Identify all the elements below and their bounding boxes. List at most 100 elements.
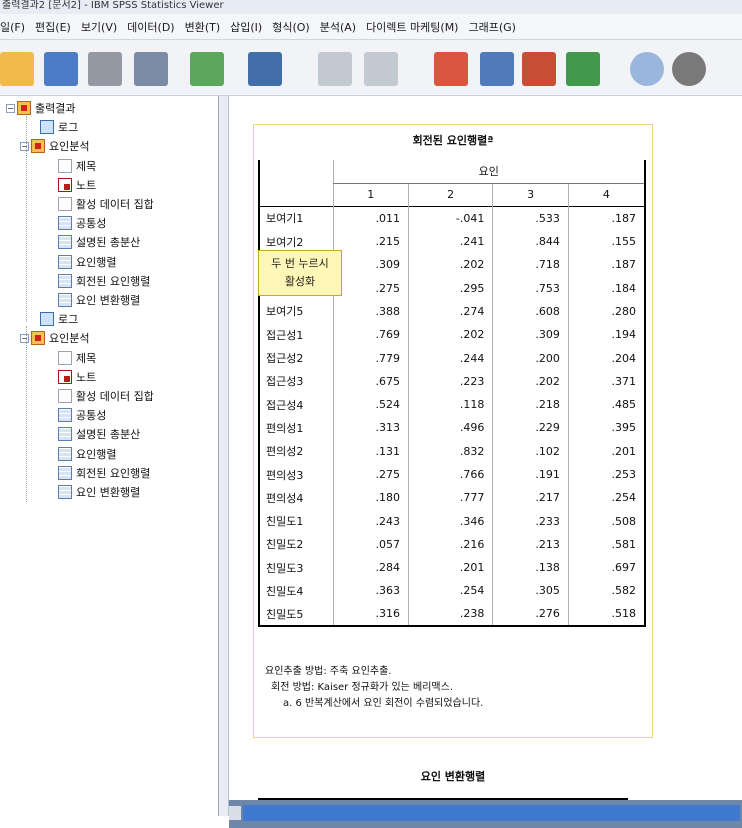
tree-node[interactable]: − 출력결과 (6, 99, 75, 117)
loading-cell: .131 (332, 439, 409, 463)
menu-item-0[interactable]: 일(F) (0, 19, 35, 35)
menu-item-9[interactable]: 그래프(G) (468, 19, 525, 35)
table-icon (58, 273, 72, 288)
menu-item-3[interactable]: 데이터(D) (127, 19, 184, 35)
tooltip-line-1: 두 번 누르시 (271, 257, 329, 270)
table-row: 보여기5.388.274.608.280 (258, 299, 646, 324)
tree-node[interactable]: 요인행렬 (58, 445, 116, 463)
menu-item-4[interactable]: 변환(T) (185, 19, 231, 35)
horizontal-scrollbar[interactable] (229, 800, 742, 828)
tree-node[interactable]: − 요인분석 (20, 137, 89, 155)
tree-node-label: 공통성 (76, 409, 107, 423)
loading-cell: .011 (332, 206, 409, 230)
tree-node-label: 활성 데이터 집합 (76, 390, 154, 403)
export-icon[interactable] (190, 52, 224, 86)
tree-node[interactable]: 공통성 (58, 214, 106, 232)
loading-cell: .766 (407, 462, 493, 487)
loading-cell: .533 (492, 206, 569, 230)
redo-icon[interactable] (364, 52, 398, 86)
tooltip-line-2: 활성화 (284, 275, 316, 288)
menu-item-1[interactable]: 편집(E) (35, 19, 81, 35)
tree-node-label: 출력결과 (35, 102, 76, 115)
tree-node[interactable]: 노트 (58, 176, 96, 194)
split-file-icon[interactable] (566, 52, 600, 86)
tree-node[interactable]: 요인 변환행렬 (58, 291, 140, 309)
scroll-left-arrow[interactable] (229, 806, 241, 820)
book-icon (17, 101, 31, 115)
loading-cell: .191 (492, 462, 569, 487)
tree-node[interactable]: 요인 변환행렬 (58, 483, 140, 501)
rotated-factor-matrix[interactable]: 요인 1234 보여기1.011 -.041.533.187 보여기2.215.24… (258, 160, 646, 627)
print-icon[interactable] (88, 52, 122, 86)
undo-icon[interactable] (318, 52, 352, 86)
log-icon (40, 312, 54, 327)
tree-node[interactable]: 회전된 요인행렬 (58, 272, 150, 290)
loading-cell: .213 (492, 532, 569, 557)
tree-node-label: 요인행렬 (76, 447, 117, 461)
tree-node[interactable]: 활성 데이터 집합 (58, 387, 154, 405)
tree-node[interactable]: 활성 데이터 집합 (58, 195, 154, 213)
tree-node-label: 요인 변환행렬 (76, 294, 141, 307)
tree-node[interactable]: 노트 (58, 368, 96, 386)
loading-cell: .363 (332, 579, 409, 603)
loading-cell: .395 (567, 416, 646, 440)
tree-node[interactable]: 로그 (40, 310, 78, 328)
menu-item-5[interactable]: 삽입(I) (230, 19, 272, 35)
tree-node[interactable]: 제목 (58, 157, 96, 175)
menu-item-2[interactable]: 보기(V) (81, 19, 127, 35)
select-cases-icon[interactable] (630, 52, 664, 86)
row-header: 편의성2 (258, 439, 333, 463)
row-header: 친밀도5 (258, 602, 333, 627)
tree-node-label: 설명된 총분산 (76, 428, 141, 442)
pane-splitter[interactable] (219, 96, 229, 816)
loading-cell: .608 (492, 299, 569, 324)
insert-cases-icon[interactable] (522, 52, 556, 86)
tree-node[interactable]: 제목 (58, 349, 96, 367)
row-header: 친밀도4 (258, 579, 333, 603)
toolbar (0, 40, 742, 96)
loading-cell: .295 (407, 276, 493, 300)
pivot-table-title: 회전된 요인행렬ª (412, 134, 494, 147)
goto-variable-icon[interactable] (480, 52, 514, 86)
loading-cell: .155 (567, 229, 646, 254)
open-folder-icon[interactable] (0, 52, 34, 86)
loading-cell: .217 (492, 486, 569, 510)
page-icon (58, 350, 72, 365)
tree-node[interactable]: 요인행렬 (58, 253, 116, 271)
loading-cell: .187 (567, 253, 646, 277)
save-icon[interactable] (44, 52, 78, 86)
tree-node[interactable]: 회전된 요인행렬 (58, 464, 150, 482)
goto-case-icon[interactable] (434, 52, 468, 86)
outline-pane[interactable]: − 출력결과 로그 − 요인분석 제목 노트 활성 데이터 집합 공통성 설명된 총분산 요인행렬 회… (0, 96, 219, 816)
collapse-toggle-icon[interactable]: − (6, 103, 15, 113)
page-icon (58, 197, 72, 211)
value-labels-icon[interactable] (672, 52, 706, 86)
menu-item-8[interactable]: 다이렉트 마케팅(M) (366, 19, 468, 35)
tree-node[interactable]: 로그 (40, 118, 78, 136)
menubar: 일(F) 편집(E) 보기(V) 데이터(D) 변환(T) 삽입(I) 형식(O) 분석(A)… (0, 14, 742, 40)
loading-cell: .138 (492, 556, 569, 580)
loading-cell: .202 (407, 253, 493, 277)
collapse-toggle-icon[interactable]: − (20, 141, 29, 151)
scroll-thumb[interactable] (243, 805, 740, 821)
table-row: 접근성4.524.118.218.485 (258, 392, 646, 417)
tree-node[interactable]: 설명된 총분산 (58, 425, 140, 443)
loading-cell: .241 (407, 229, 493, 254)
loading-cell: .508 (567, 509, 646, 533)
row-header: 편의성4 (258, 486, 333, 510)
loading-cell: .218 (492, 392, 569, 417)
window-title: 출력결과2 [문서2] - IBM SPSS Statistics Viewer (0, 0, 742, 14)
tree-node[interactable]: 공통성 (58, 406, 106, 424)
tree-node[interactable]: − 요인분석 (20, 329, 89, 347)
tree-node[interactable]: 설명된 총분산 (58, 233, 140, 251)
print-preview-icon[interactable] (134, 52, 168, 86)
table-row: 접근성1.769.202.309.194 (258, 323, 646, 347)
loading-cell: .244 (407, 346, 493, 370)
loading-cell: .254 (407, 579, 493, 603)
tree-node-label: 요인행렬 (76, 255, 117, 269)
goto-data-icon[interactable] (248, 52, 282, 86)
collapse-toggle-icon[interactable]: − (20, 333, 29, 343)
book-icon (31, 331, 45, 346)
menu-item-7[interactable]: 분석(A) (320, 19, 366, 35)
menu-item-6[interactable]: 형식(O) (272, 19, 319, 35)
